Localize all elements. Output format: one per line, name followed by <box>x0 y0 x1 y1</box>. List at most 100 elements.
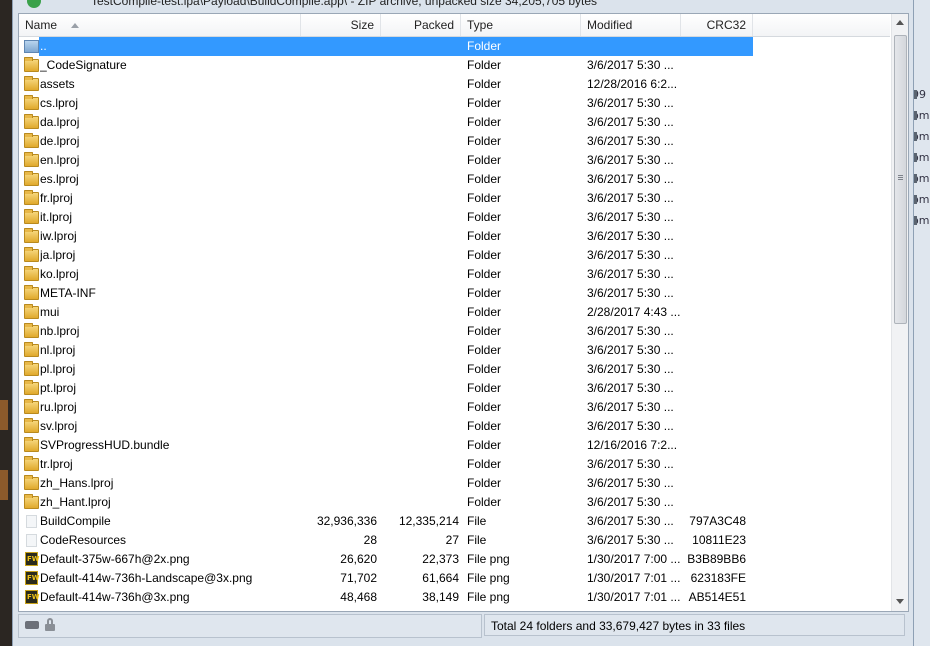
background-text-line: om <box>912 130 930 142</box>
crc32-value: 10811E23 <box>692 533 746 547</box>
crc32-value <box>679 436 746 455</box>
file-type: Folder <box>467 419 502 433</box>
crc32-value <box>679 132 746 151</box>
modified-date: 3/6/2017 5:30 ... <box>587 362 674 376</box>
packed-size <box>379 493 459 512</box>
background-text-line: om <box>912 193 930 205</box>
table-row[interactable]: ko.lproj Folder 3/6/2017 5:30 ... <box>19 265 890 284</box>
status-bar: Total 24 folders and 33,679,427 bytes in… <box>18 614 907 638</box>
modified-date: 12/28/2016 6:2... <box>587 77 678 91</box>
file-type: Folder <box>467 457 502 471</box>
table-row[interactable]: SVProgressHUD.bundle Folder 12/16/2016 7:2… <box>19 436 890 455</box>
packed-size <box>379 113 459 132</box>
scrollbar-thumb[interactable] <box>894 35 907 324</box>
folder-icon <box>24 418 39 433</box>
crc32-value <box>679 56 746 75</box>
file-size <box>301 322 377 341</box>
packed-size <box>379 360 459 379</box>
packed-size <box>379 189 459 208</box>
file-size <box>301 208 377 227</box>
lock-icon <box>45 618 55 631</box>
modified-date: 3/6/2017 5:30 ... <box>587 210 674 224</box>
file-name: en.lproj <box>40 153 80 167</box>
column-header-modified[interactable]: Modified <box>581 14 681 36</box>
packed-size: 12,335,214 <box>398 514 459 528</box>
table-row[interactable]: sv.lproj Folder 3/6/2017 5:30 ... <box>19 417 890 436</box>
table-row[interactable]: assets Folder 12/28/2016 6:2... <box>19 75 890 94</box>
table-row[interactable]: .. Folder <box>19 37 890 56</box>
packed-size <box>379 56 459 75</box>
file-size <box>301 265 377 284</box>
file-name: da.lproj <box>40 115 80 129</box>
file-size <box>301 189 377 208</box>
table-row[interactable]: es.lproj Folder 3/6/2017 5:30 ... <box>19 170 890 189</box>
file-type: File png <box>467 590 510 604</box>
background-text-line: om <box>912 214 930 226</box>
packed-size <box>379 322 459 341</box>
column-header-type[interactable]: Type <box>461 14 581 36</box>
column-header-name[interactable]: Name <box>19 14 301 36</box>
table-row[interactable]: de.lproj Folder 3/6/2017 5:30 ... <box>19 132 890 151</box>
file-size <box>301 417 377 436</box>
table-row[interactable]: iw.lproj Folder 3/6/2017 5:30 ... <box>19 227 890 246</box>
table-row[interactable]: nb.lproj Folder 3/6/2017 5:30 ... <box>19 322 890 341</box>
table-row[interactable]: Default-375w-667h@2x.png 26,620 22,373 File… <box>19 550 890 569</box>
crc32-value: AB514E51 <box>688 590 746 604</box>
table-row[interactable]: it.lproj Folder 3/6/2017 5:30 ... <box>19 208 890 227</box>
table-row[interactable]: BuildCompile 32,936,336 12,335,214 File 3/6/… <box>19 512 890 531</box>
table-row[interactable]: _CodeSignature Folder 3/6/2017 5:30 ... <box>19 56 890 75</box>
scroll-up-arrow-icon[interactable] <box>896 20 904 25</box>
file-name: pl.lproj <box>40 362 76 376</box>
folder-icon <box>24 247 39 262</box>
folder-icon <box>24 285 39 300</box>
file-name: ja.lproj <box>40 248 76 262</box>
table-row[interactable]: ru.lproj Folder 3/6/2017 5:30 ... <box>19 398 890 417</box>
table-row[interactable]: pt.lproj Folder 3/6/2017 5:30 ... <box>19 379 890 398</box>
table-row[interactable]: META-INF Folder 3/6/2017 5:30 ... <box>19 284 890 303</box>
modified-date: 3/6/2017 5:30 ... <box>587 134 674 148</box>
table-row[interactable]: cs.lproj Folder 3/6/2017 5:30 ... <box>19 94 890 113</box>
file-size: 48,468 <box>340 590 377 604</box>
table-row[interactable]: fr.lproj Folder 3/6/2017 5:30 ... <box>19 189 890 208</box>
file-list[interactable]: Name Size Packed Type Modified CRC32 .. F… <box>18 13 909 612</box>
file-type: File <box>467 514 487 528</box>
file-type: Folder <box>467 495 502 509</box>
file-name: SVProgressHUD.bundle <box>40 438 170 452</box>
packed-size <box>379 37 459 56</box>
table-row[interactable]: Default-414w-736h@3x.png 48,468 38,149 File… <box>19 588 890 607</box>
table-row[interactable]: da.lproj Folder 3/6/2017 5:30 ... <box>19 113 890 132</box>
table-row[interactable]: mui Folder 2/28/2017 4:43 ... <box>19 303 890 322</box>
table-row[interactable]: en.lproj Folder 3/6/2017 5:30 ... <box>19 151 890 170</box>
modified-date: 3/6/2017 5:30 ... <box>587 381 674 395</box>
table-row[interactable]: pl.lproj Folder 3/6/2017 5:30 ... <box>19 360 890 379</box>
file-size <box>301 398 377 417</box>
table-row[interactable]: Default-414w-736h-Landscape@3x.png 71,702… <box>19 569 890 588</box>
table-row[interactable]: CodeResources 28 27 File 3/6/2017 5:30 ... 10… <box>19 531 890 550</box>
file-size <box>301 246 377 265</box>
crc32-value <box>679 227 746 246</box>
column-header: Name Size Packed Type Modified CRC32 <box>19 14 890 37</box>
modified-date: 3/6/2017 5:30 ... <box>587 495 674 509</box>
column-header-crc32[interactable]: CRC32 <box>681 14 753 36</box>
packed-size <box>379 246 459 265</box>
file-name: tr.lproj <box>40 457 73 471</box>
table-row[interactable]: tr.lproj Folder 3/6/2017 5:30 ... <box>19 455 890 474</box>
title-bar: TestCompile-test.ipa\Payload\BuildCompil… <box>13 0 913 10</box>
crc32-value <box>679 379 746 398</box>
file-icon <box>26 534 37 547</box>
folder-icon <box>24 266 39 281</box>
file-type: Folder <box>467 267 502 281</box>
grip-line <box>898 175 903 176</box>
table-row[interactable]: zh_Hant.lproj Folder 3/6/2017 5:30 ... <box>19 493 890 512</box>
column-header-size[interactable]: Size <box>301 14 381 36</box>
file-name: cs.lproj <box>40 96 79 110</box>
scroll-down-arrow-icon[interactable] <box>896 599 904 604</box>
table-row[interactable]: zh_Hans.lproj Folder 3/6/2017 5:30 ... <box>19 474 890 493</box>
table-row[interactable]: nl.lproj Folder 3/6/2017 5:30 ... <box>19 341 890 360</box>
table-row[interactable]: ja.lproj Folder 3/6/2017 5:30 ... <box>19 246 890 265</box>
modified-date: 3/6/2017 5:30 ... <box>587 115 674 129</box>
crc32-value <box>679 37 746 56</box>
column-header-packed[interactable]: Packed <box>381 14 461 36</box>
vertical-scrollbar[interactable] <box>891 14 908 611</box>
folder-icon <box>24 475 39 490</box>
